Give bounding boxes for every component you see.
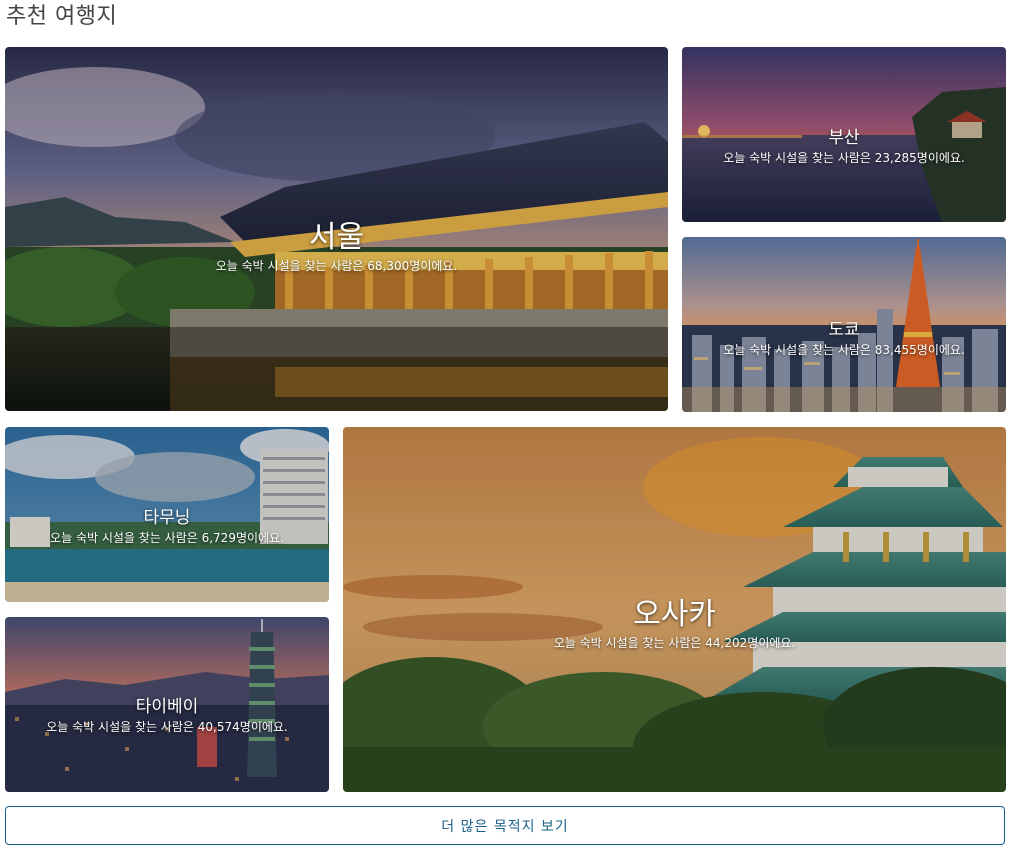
destination-subtitle: 오늘 숙박 시설을 찾는 사람은 44,202명이에요.: [553, 636, 796, 650]
destination-name: 서울: [308, 220, 365, 255]
destination-card-tamuning[interactable]: 타무닝 오늘 숙박 시설을 찾는 사람은 6,729명이에요.: [5, 427, 329, 602]
destination-subtitle: 오늘 숙박 시설을 찾는 사람은 23,285명이에요.: [723, 151, 965, 165]
destination-card-busan[interactable]: 부산 오늘 숙박 시설을 찾는 사람은 23,285명이에요.: [682, 47, 1006, 222]
destination-card-taipei[interactable]: 타이베이 오늘 숙박 시설을 찾는 사람은 40,574명이에요.: [5, 617, 329, 792]
page-title: 추천 여행지: [6, 4, 118, 29]
destination-name: 타이베이: [135, 697, 199, 717]
destination-name: 오사카: [633, 597, 716, 632]
destination-subtitle: 오늘 숙박 시설을 찾는 사람은 6,729명이에요.: [50, 531, 284, 545]
destination-subtitle: 오늘 숙박 시설을 찾는 사람은 40,574명이에요.: [46, 720, 288, 734]
destination-name: 도쿄: [828, 320, 860, 340]
destination-card-osaka[interactable]: 오사카 오늘 숙박 시설을 찾는 사람은 44,202명이에요.: [343, 427, 1006, 792]
destination-card-tokyo[interactable]: 도쿄 오늘 숙박 시설을 찾는 사람은 83,455명이에요.: [682, 237, 1006, 412]
more-destinations-button[interactable]: 더 많은 목적지 보기: [5, 806, 1005, 845]
destination-name: 타무닝: [143, 508, 191, 528]
destination-subtitle: 오늘 숙박 시설을 찾는 사람은 83,455명이에요.: [723, 343, 965, 357]
destination-subtitle: 오늘 숙박 시설을 찾는 사람은 68,300명이에요.: [215, 259, 458, 273]
destination-card-seoul[interactable]: 서울 오늘 숙박 시설을 찾는 사람은 68,300명이에요.: [5, 47, 668, 411]
destination-name: 부산: [828, 128, 860, 148]
